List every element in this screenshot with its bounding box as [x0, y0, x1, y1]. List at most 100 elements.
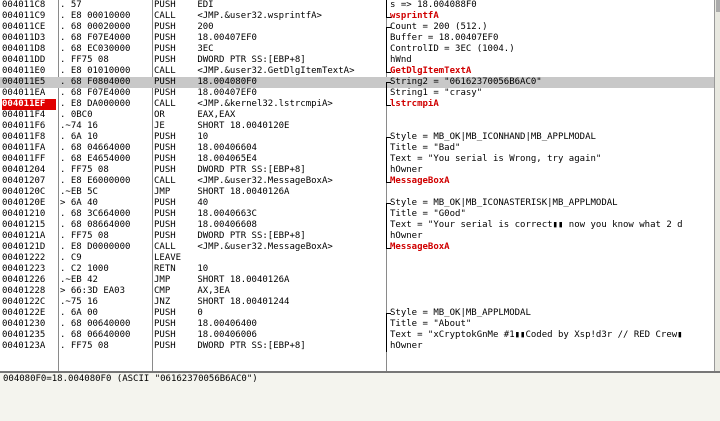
hex-dump-cell: . E8 D0000000: [60, 242, 131, 252]
hex-dump-cell: . 68 08664000: [60, 220, 131, 230]
disassembly-pane[interactable]: 004011C8. 57 PUSH EDI s => 18.004088F0 0040…: [0, 0, 714, 371]
call-bracket: [386, 0, 391, 11]
address-cell: 00401223: [2, 264, 46, 274]
comment-cell: wsprintfA: [390, 11, 439, 21]
comment-cell: Title = "About": [390, 319, 472, 329]
disassembly-cell: PUSH DWORD PTR SS:[EBP+8]: [154, 165, 306, 175]
disassembly-cell: JE SHORT 18.0040120E: [154, 121, 290, 131]
disassembly-cell: PUSH 18.00406604: [154, 143, 257, 153]
disassembly-cell: CALL <JMP.&user32.MessageBoxA>: [154, 176, 333, 186]
disasm-row[interactable]: 004011FF . 68 E4654000 PUSH 18.004065E4 Tex…: [0, 154, 714, 165]
call-bracket: [386, 209, 391, 220]
disasm-row[interactable]: 004011DD . FF75 08 PUSH DWORD PTR SS:[EBP+…: [0, 55, 714, 66]
disassembly-cell: PUSH 18.004065E4: [154, 154, 257, 164]
hex-dump-cell: > 6A 40: [60, 198, 98, 208]
disasm-row[interactable]: 00401230 . 68 00640000 PUSH 18.00406400 Tit…: [0, 319, 714, 330]
disasm-row[interactable]: 004011F8 . 6A 10 PUSH 10 Style = MB_OK|MB_I…: [0, 132, 714, 144]
hex-dump-cell: . C2 1000: [60, 264, 109, 274]
disasm-row[interactable]: 0040122C .~75 16 JNZ SHORT 18.00401244: [0, 297, 714, 308]
disasm-row[interactable]: 004011C9 . E8 00010000 CALL <JMP.&user32.w…: [0, 11, 714, 22]
disasm-row[interactable]: 004011EA . 68 F07E4000 PUSH 18.00407EF0 Str…: [0, 88, 714, 99]
disasm-row[interactable]: 00401210 . 68 3C664000 PUSH 18.0040663C Tit…: [0, 209, 714, 220]
disasm-row[interactable]: 0040121D . E8 D0000000 CALL <JMP.&user32.M…: [0, 242, 714, 253]
disassembly-cell: JNZ SHORT 18.00401244: [154, 297, 290, 307]
address-cell: 004011C8: [2, 0, 46, 10]
disassembly-cell: JMP SHORT 18.0040126A: [154, 275, 290, 285]
disassembly-cell: CALL <JMP.&user32.MessageBoxA>: [154, 242, 333, 252]
hex-dump-cell: . 6A 00: [60, 308, 98, 318]
disassembly-cell: PUSH DWORD PTR SS:[EBP+8]: [154, 55, 306, 65]
disassembly-cell: PUSH 0: [154, 308, 203, 318]
call-bracket: [386, 231, 391, 242]
hex-dump-cell: . FF75 08: [60, 165, 109, 175]
comment-cell: hOwner: [390, 341, 423, 351]
disasm-row[interactable]: 004011D8 . 68 EC030000 PUSH 3EC ControlID =…: [0, 44, 714, 55]
disasm-row[interactable]: 0040121A . FF75 08 PUSH DWORD PTR SS:[EBP+…: [0, 231, 714, 242]
disassembly-cell: PUSH 200: [154, 22, 214, 32]
comment-cell: Text = "Your serial is correct▮▮ now you…: [390, 220, 683, 230]
disasm-row[interactable]: 004011E0 . E8 01010000 CALL <JMP.&user32.G…: [0, 66, 714, 77]
comment-cell: Buffer = 18.00407EF0: [390, 33, 499, 43]
hex-dump-cell: . E8 E6000000: [60, 176, 131, 186]
hex-dump-cell: . FF75 08: [60, 341, 109, 351]
disasm-row[interactable]: 00401215 . 68 08664000 PUSH 18.00406608 Tex…: [0, 220, 714, 231]
disasm-row[interactable]: 004011FA . 68 04664000 PUSH 18.00406604 Tit…: [0, 143, 714, 154]
address-cell: 0040120C: [2, 187, 46, 197]
hex-dump-cell: . 68 E4654000: [60, 154, 131, 164]
address-cell: 004011D8: [2, 44, 46, 54]
call-bracket: [386, 330, 391, 341]
disasm-row[interactable]: 00401228 > 66:3D EA03 CMP AX,3EA: [0, 286, 714, 297]
hex-dump-cell: . 68 00020000: [60, 22, 131, 32]
address-cell: 00401226: [2, 275, 46, 285]
disassembly-cell: PUSH 3EC: [154, 44, 214, 54]
disasm-row[interactable]: 004011E5 . 68 F0804000 PUSH 18.004080F0 Str…: [0, 77, 714, 89]
comment-cell: Text = "xCryptokGnMe #1▮▮Coded by Xsp!d3…: [390, 330, 683, 340]
disasm-row[interactable]: 0040120C .~EB 5C JMP SHORT 18.0040126A: [0, 187, 714, 198]
comment-cell: lstrcmpiA: [390, 99, 439, 109]
call-bracket: [386, 220, 391, 231]
comment-cell: hOwner: [390, 231, 423, 241]
comment-cell: Count = 200 (512.): [390, 22, 488, 32]
disassembly-cell: CALL <JMP.&kernel32.lstrcmpiA>: [154, 99, 333, 109]
address-cell: 00401228: [2, 286, 46, 296]
disasm-row[interactable]: 00401204 . FF75 08 PUSH DWORD PTR SS:[EBP+…: [0, 165, 714, 176]
comment-cell: Style = MB_OK|MB_ICONASTERISK|MB_APPLMOD…: [390, 198, 618, 208]
disasm-row[interactable]: 004011C8 . 57 PUSH EDI s => 18.004088F0: [0, 0, 714, 11]
scrollbar-thumb[interactable]: [716, 0, 720, 12]
address-cell: 0040121D: [2, 242, 46, 252]
disasm-row[interactable]: 00401226 .~EB 42 JMP SHORT 18.0040126A: [0, 275, 714, 286]
address-cell: 004011FF: [2, 154, 46, 164]
comment-cell: Text = "You serial is Wrong, try again": [390, 154, 602, 164]
disassembly-cell: RETN 10: [154, 264, 209, 274]
disassembly-cell: PUSH EDI: [154, 0, 214, 10]
comment-cell: Style = MB_OK|MB_ICONHAND|MB_APPLMODAL: [390, 132, 596, 142]
call-bracket: [386, 55, 391, 66]
disasm-row[interactable]: 004011D3 . 68 F07E4000 PUSH 18.00407EF0 Buf…: [0, 33, 714, 44]
hex-dump-cell: > 66:3D EA03: [60, 286, 126, 296]
disasm-row[interactable]: 00401222 . C9 LEAVE: [0, 253, 714, 264]
address-cell: 00401210: [2, 209, 46, 219]
disasm-row[interactable]: 004011EF . E8 DA000000 CALL <JMP.&kernel32…: [0, 99, 714, 110]
hex-dump-cell: . 68 EC030000: [60, 44, 131, 54]
address-cell: 00401222: [2, 253, 46, 263]
hex-dump-cell: . 68 3C664000: [60, 209, 131, 219]
hex-dump-cell: . 68 F0804000: [60, 77, 131, 87]
disassembly-cell: PUSH DWORD PTR SS:[EBP+8]: [154, 341, 306, 351]
disasm-row[interactable]: 00401223 . C2 1000 RETN 10: [0, 264, 714, 275]
disasm-row[interactable]: 0040120E > 6A 40 PUSH 40 Style = MB_OK|MB_I…: [0, 198, 714, 210]
address-cell: 004011F4: [2, 110, 46, 120]
disasm-row[interactable]: 004011F4 . 0BC0 OR EAX,EAX: [0, 110, 714, 121]
disasm-row[interactable]: 004011F6 .~74 16 JE SHORT 18.0040120E: [0, 121, 714, 132]
hex-dump-cell: . 68 F07E4000: [60, 33, 131, 43]
disassembly-cell: CALL <JMP.&user32.wsprintfA>: [154, 11, 322, 21]
disassembly-cell: PUSH 18.00406608: [154, 220, 257, 230]
comment-cell: hOwner: [390, 165, 423, 175]
address-cell: 00401235: [2, 330, 46, 340]
disasm-row[interactable]: 00401235 . 68 06640000 PUSH 18.00406006 Tex…: [0, 330, 714, 341]
vertical-scrollbar[interactable]: [714, 0, 720, 371]
disasm-row[interactable]: 00401207 . E8 E6000000 CALL <JMP.&user32.M…: [0, 176, 714, 187]
disasm-row[interactable]: 0040122E . 6A 00 PUSH 0 Style = MB_OK|MB_AP…: [0, 308, 714, 320]
hex-dump-cell: . C9: [60, 253, 82, 263]
disasm-row[interactable]: 0040123A . FF75 08 PUSH DWORD PTR SS:[EBP+…: [0, 341, 714, 352]
disasm-row[interactable]: 004011CE . 68 00020000 PUSH 200 Count = 200…: [0, 22, 714, 34]
